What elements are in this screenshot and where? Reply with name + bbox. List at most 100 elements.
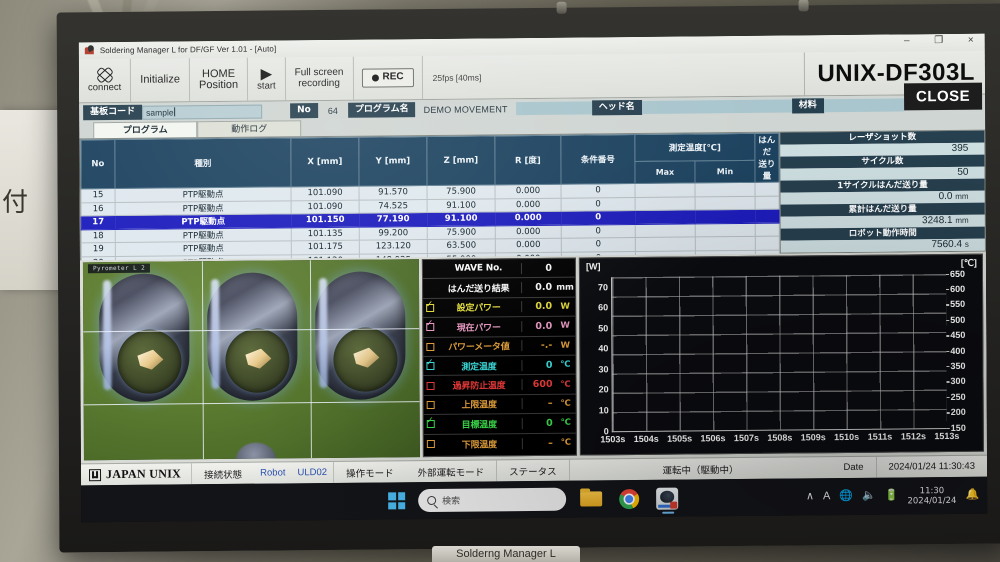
head-name-input[interactable]	[641, 99, 792, 114]
th-kind: 種別	[114, 137, 292, 189]
parameter-unit: ℃	[560, 437, 572, 448]
search-input[interactable]: 検索	[418, 487, 567, 513]
close-icon[interactable]: ×	[965, 35, 977, 47]
window-controls: – ❐ ×	[901, 35, 977, 48]
initialize-button[interactable]: Initialize	[131, 58, 191, 102]
cell-z: 91.100	[427, 211, 496, 227]
cell-z: 75.900	[427, 184, 496, 200]
cell-z: 75.900	[427, 225, 496, 240]
chart-ytick-right: 300	[950, 376, 966, 387]
network-icon[interactable]: 🌐	[839, 490, 853, 502]
chart-xtick: 1503s	[600, 434, 626, 445]
checkbox-icon	[425, 362, 434, 371]
power-temperature-chart[interactable]: [W] [℃] 0 10 20 30 40 50 60 70 150 200 250 300 350 40…	[578, 253, 984, 456]
close-button[interactable]: CLOSE	[903, 82, 983, 111]
fullscreen-recording-button[interactable]: Full screen recording	[285, 56, 354, 101]
board-code-input[interactable]: sample	[142, 104, 263, 120]
chevron-up-icon[interactable]: ∧	[806, 490, 814, 502]
search-placeholder: 検索	[442, 496, 461, 507]
cell-temp-min	[695, 236, 756, 251]
cell-z: 91.100	[427, 198, 496, 213]
file-explorer-icon[interactable]	[579, 486, 604, 511]
cell-solder-feed	[755, 236, 780, 250]
parameter-label: WAVE No.	[454, 263, 503, 274]
chart-ytick-left: 30	[598, 364, 609, 375]
parameter-label: 測定温度	[461, 361, 497, 373]
rec-button-cell: REC	[353, 56, 421, 100]
cell-no: 19	[81, 242, 116, 257]
chart-ytick-right: 550	[950, 299, 966, 310]
cell-r: 0.000	[495, 224, 562, 239]
th-y: Y [mm]	[358, 136, 428, 187]
parameter-unit: ℃	[560, 417, 571, 429]
parameter-checkbox[interactable]	[423, 303, 436, 313]
home-position-button[interactable]: HOME Position	[189, 57, 249, 102]
parameter-value: 0	[520, 262, 555, 274]
program-table-wrapper[interactable]: No 種別 X [mm] Y [mm] Z [mm] R [度] 条件番号 測定…	[79, 131, 780, 270]
brand-logo: JAPAN UNIX	[80, 463, 193, 486]
soldering-manager-icon[interactable]	[655, 486, 680, 514]
clock-time: 11:30	[919, 485, 945, 496]
chart-ytick-right: 450	[950, 329, 966, 341]
text-caret	[174, 107, 176, 117]
th-x: X [mm]	[290, 137, 360, 187]
head-name-label: ヘッド名	[591, 99, 642, 116]
cell-condition: 0	[561, 237, 636, 252]
parameter-checkbox[interactable]	[424, 381, 437, 390]
parameter-unit: mm	[556, 282, 574, 293]
th-r: R [度]	[494, 135, 562, 185]
parameter-checkbox[interactable]	[423, 362, 436, 371]
cell-solder-feed	[755, 222, 780, 237]
parameter-unit: W	[560, 321, 570, 332]
program-name-value: DEMO MOVEMENT	[423, 103, 508, 115]
minimize-icon[interactable]: –	[901, 35, 913, 47]
status-value: 運転中（駆動中）	[662, 464, 739, 477]
parameter-unit: W	[560, 340, 571, 351]
connect-button[interactable]: connect	[78, 58, 132, 103]
parameter-row: 目標温度 0 ℃	[423, 413, 576, 435]
cell-temp-min	[695, 222, 756, 237]
cell-condition: 0	[561, 197, 636, 212]
tab-operation-log[interactable]: 動作ログ	[197, 120, 302, 138]
tab-program[interactable]: プログラム	[93, 121, 198, 139]
taskbar-clock[interactable]: 11:30 2024/01/24	[907, 485, 956, 506]
cell-x: 101.135	[291, 226, 360, 241]
volume-icon[interactable]: 🔈	[862, 490, 876, 502]
chart-xtick: 1504s	[633, 433, 659, 445]
maximize-icon[interactable]: ❐	[933, 35, 945, 47]
active-app-indicator	[661, 511, 674, 514]
material-input[interactable]	[823, 98, 904, 113]
parameter-checkbox[interactable]	[424, 440, 437, 449]
parameter-checkbox[interactable]	[424, 400, 437, 409]
parameter-value: 0.0	[521, 301, 556, 313]
checkbox-icon	[426, 400, 435, 409]
parameter-checkbox[interactable]	[423, 342, 436, 351]
chrome-icon[interactable]	[617, 486, 642, 511]
windows-start-icon[interactable]	[388, 492, 406, 510]
parameter-checkbox[interactable]	[423, 323, 436, 332]
solder-joint-1	[117, 329, 182, 394]
connection-status-label: 接続状態	[204, 469, 243, 481]
chart-ytick-left: 50	[598, 323, 609, 334]
bottom-panels-row: Pyrometer L 2 WAVE No.0はんだ送り結果0.0mm設定パワー…	[79, 251, 987, 464]
parameter-checkbox[interactable]	[424, 420, 437, 429]
battery-icon[interactable]: 🔋	[885, 490, 899, 502]
cell-condition: 0	[561, 210, 636, 225]
start-button[interactable]: ▶ start	[248, 57, 286, 101]
ceiling-mount-left	[556, 1, 567, 14]
rec-button[interactable]: REC	[361, 68, 414, 88]
soldering-manager-window: Soldering Manager L for DF/GF Ver 1.01 -…	[78, 33, 988, 486]
parameter-label: 設定パワー	[456, 303, 501, 315]
solder-joint-3	[333, 327, 398, 392]
chart-ytick-left: 40	[598, 343, 609, 354]
parameter-row: 上限温度 – ℃	[423, 394, 576, 416]
chart-ytick-left: 10	[598, 405, 609, 416]
parameter-row: WAVE No. 0	[422, 258, 576, 280]
notification-bell-icon[interactable]: 🔔	[965, 489, 979, 501]
cell-temp-max	[635, 209, 696, 225]
chart-xtick: 1510s	[834, 431, 860, 443]
parameter-label: パワーメータ値	[448, 342, 510, 354]
cell-solder-feed	[755, 209, 780, 223]
camera-preview[interactable]: Pyrometer L 2	[82, 259, 420, 461]
ime-icon[interactable]: A	[823, 490, 830, 502]
